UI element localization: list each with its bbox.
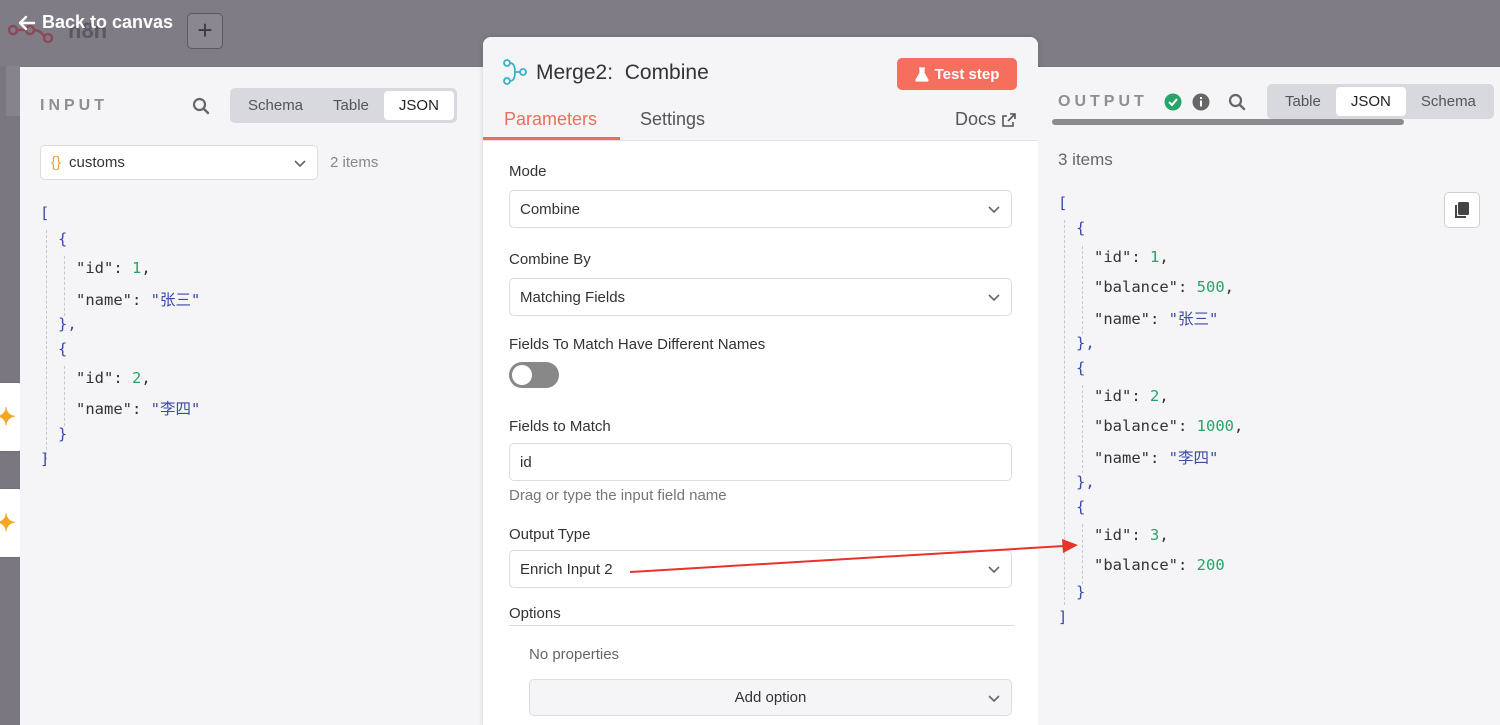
options-divider	[509, 625, 1014, 626]
tab-schema[interactable]: Schema	[1406, 87, 1491, 116]
output-item-count: 3 items	[1058, 150, 1113, 169]
tab-json[interactable]: JSON	[383, 91, 454, 120]
different-names-toggle[interactable]	[509, 362, 559, 388]
fields-to-match-hint: Drag or type the input field name	[509, 487, 727, 504]
copy-button[interactable]	[1444, 192, 1480, 228]
external-link-icon	[1002, 112, 1016, 127]
copy-icon	[1455, 202, 1469, 218]
success-check-icon	[1164, 93, 1182, 111]
search-icon[interactable]	[1228, 93, 1246, 111]
chevron-down-icon	[988, 695, 1000, 703]
chevron-down-icon	[988, 566, 1000, 574]
json-line: "id": 1,	[1094, 248, 1169, 266]
add-node-button[interactable]: +	[187, 13, 223, 49]
input-title: INPUT	[40, 97, 108, 114]
input-view-tabs: Schema Table JSON	[230, 88, 457, 123]
fields-to-match-label: Fields to Match	[509, 418, 611, 435]
chevron-down-icon	[988, 206, 1000, 214]
tab-schema[interactable]: Schema	[233, 91, 318, 120]
json-line: "id": 3,	[1094, 526, 1169, 544]
json-line: "id": 1,	[76, 259, 151, 277]
json-line: "name": "李四"	[76, 400, 201, 418]
output-type-label: Output Type	[509, 526, 591, 543]
node-details-panel: Merge2: Combine Test step Parameters Set…	[483, 37, 1038, 725]
json-line: "balance": 1000,	[1094, 417, 1244, 435]
back-label: Back to canvas	[42, 12, 174, 32]
combine-by-label: Combine By	[509, 251, 591, 268]
flask-icon	[915, 66, 929, 82]
tab-settings[interactable]: Settings	[640, 109, 705, 130]
chevron-down-icon	[294, 159, 306, 167]
add-option-button[interactable]: Add option	[529, 679, 1012, 716]
search-icon[interactable]	[192, 97, 210, 115]
json-line: "name": "张三"	[1094, 310, 1219, 328]
node-title[interactable]: Merge2: Combine	[536, 61, 709, 85]
json-line: "balance": 200	[1094, 556, 1225, 574]
output-view-tabs: Table JSON Schema	[1267, 84, 1494, 119]
back-to-canvas-link[interactable]: Back to canvas	[18, 12, 173, 33]
object-icon: {}	[51, 154, 62, 171]
json-line: "id": 2,	[1094, 387, 1169, 405]
test-step-button[interactable]: Test step	[897, 58, 1017, 90]
no-properties-text: No properties	[529, 646, 620, 663]
options-label: Options	[509, 605, 561, 622]
source-value: customs	[69, 154, 125, 171]
docs-link[interactable]: Docs	[955, 109, 1016, 130]
fields-to-match-input[interactable]: id	[509, 443, 1012, 481]
input-item-count: 2 items	[330, 154, 379, 171]
merge-icon	[503, 59, 527, 85]
input-source-select[interactable]: {} customs	[40, 145, 318, 180]
canvas-sidebar-edge	[6, 66, 20, 116]
sparkle-icon: ✦	[0, 510, 17, 537]
arrow-left-icon	[18, 15, 36, 30]
active-tab-indicator	[483, 137, 620, 140]
json-line: "balance": 500,	[1094, 278, 1235, 296]
input-panel: INPUT Schema Table JSON {} customs 2 ite…	[20, 67, 490, 725]
output-type-select[interactable]: Enrich Input 2	[509, 550, 1012, 588]
different-names-label: Fields To Match Have Different Names	[509, 336, 766, 353]
tab-table[interactable]: Table	[318, 91, 384, 120]
info-icon[interactable]	[1192, 93, 1210, 111]
scroll-thumb[interactable]	[1052, 119, 1404, 125]
tab-parameters[interactable]: Parameters	[504, 109, 597, 130]
json-line: "name": "张三"	[76, 291, 201, 309]
tab-json[interactable]: JSON	[1335, 87, 1406, 116]
json-line: "name": "李四"	[1094, 449, 1219, 467]
combine-by-select[interactable]: Matching Fields	[509, 278, 1012, 316]
output-title: OUTPUT	[1058, 93, 1148, 110]
chevron-down-icon	[988, 294, 1000, 302]
horizontal-scrollbar[interactable]	[1046, 119, 1500, 125]
output-panel: OUTPUT Table JSON Schema 3 items [ { "id…	[1038, 67, 1500, 725]
mode-select[interactable]: Combine	[509, 190, 1012, 228]
tab-table[interactable]: Table	[1270, 87, 1336, 116]
sparkle-icon: ✦	[0, 404, 17, 431]
json-line: "id": 2,	[76, 369, 151, 387]
mode-label: Mode	[509, 163, 547, 180]
